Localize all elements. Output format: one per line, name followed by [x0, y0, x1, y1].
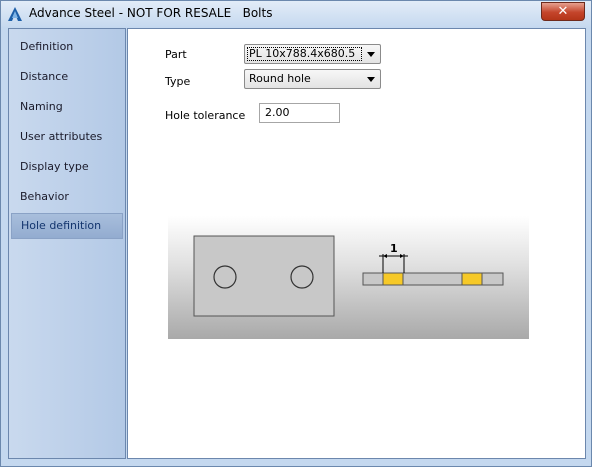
- close-icon: ✕: [557, 4, 569, 19]
- part-select[interactable]: PL 10x788.4x680.5: [244, 44, 381, 64]
- hole-left-icon: [213, 265, 237, 289]
- category-sidebar: Definition Distance Naming User attribut…: [8, 28, 126, 459]
- dimension-label: 1: [390, 242, 398, 255]
- hole-preview-svg: 1: [193, 235, 504, 317]
- tolerance-dimension: 1: [379, 242, 408, 273]
- type-label: Type: [165, 75, 191, 88]
- window-title: Advance Steel - NOT FOR RESALE Bolts: [29, 6, 273, 20]
- part-label: Part: [165, 48, 187, 61]
- title-bar[interactable]: Advance Steel - NOT FOR RESALE Bolts ✕: [1, 1, 591, 27]
- bolt-left-section: [382, 272, 404, 286]
- bolt-right-section: [461, 272, 483, 286]
- sidebar-item-behavior[interactable]: Behavior: [11, 184, 123, 210]
- hole-tolerance-input[interactable]: 2.00: [259, 103, 340, 123]
- sidebar-item-hole-definition[interactable]: Hole definition: [11, 213, 123, 239]
- type-select[interactable]: Round hole: [244, 69, 381, 89]
- part-select-value: PL 10x788.4x680.5: [249, 47, 356, 60]
- chevron-down-icon: [367, 77, 375, 82]
- dialog-window: Advance Steel - NOT FOR RESALE Bolts ✕ D…: [0, 0, 592, 467]
- sidebar-item-distance[interactable]: Distance: [11, 64, 123, 90]
- type-select-value: Round hole: [249, 72, 311, 85]
- hole-tolerance-label: Hole tolerance: [165, 109, 246, 122]
- sidebar-item-definition[interactable]: Definition: [11, 34, 123, 60]
- sidebar-item-user-attributes[interactable]: User attributes: [11, 124, 123, 150]
- sidebar-item-display-type[interactable]: Display type: [11, 154, 123, 180]
- chevron-down-icon: [367, 52, 375, 57]
- sidebar-item-naming[interactable]: Naming: [11, 94, 123, 120]
- close-button[interactable]: ✕: [541, 2, 585, 21]
- advance-steel-logo-icon: [8, 7, 22, 21]
- hole-right-icon: [290, 265, 314, 289]
- hole-preview-diagram: 1: [168, 216, 529, 339]
